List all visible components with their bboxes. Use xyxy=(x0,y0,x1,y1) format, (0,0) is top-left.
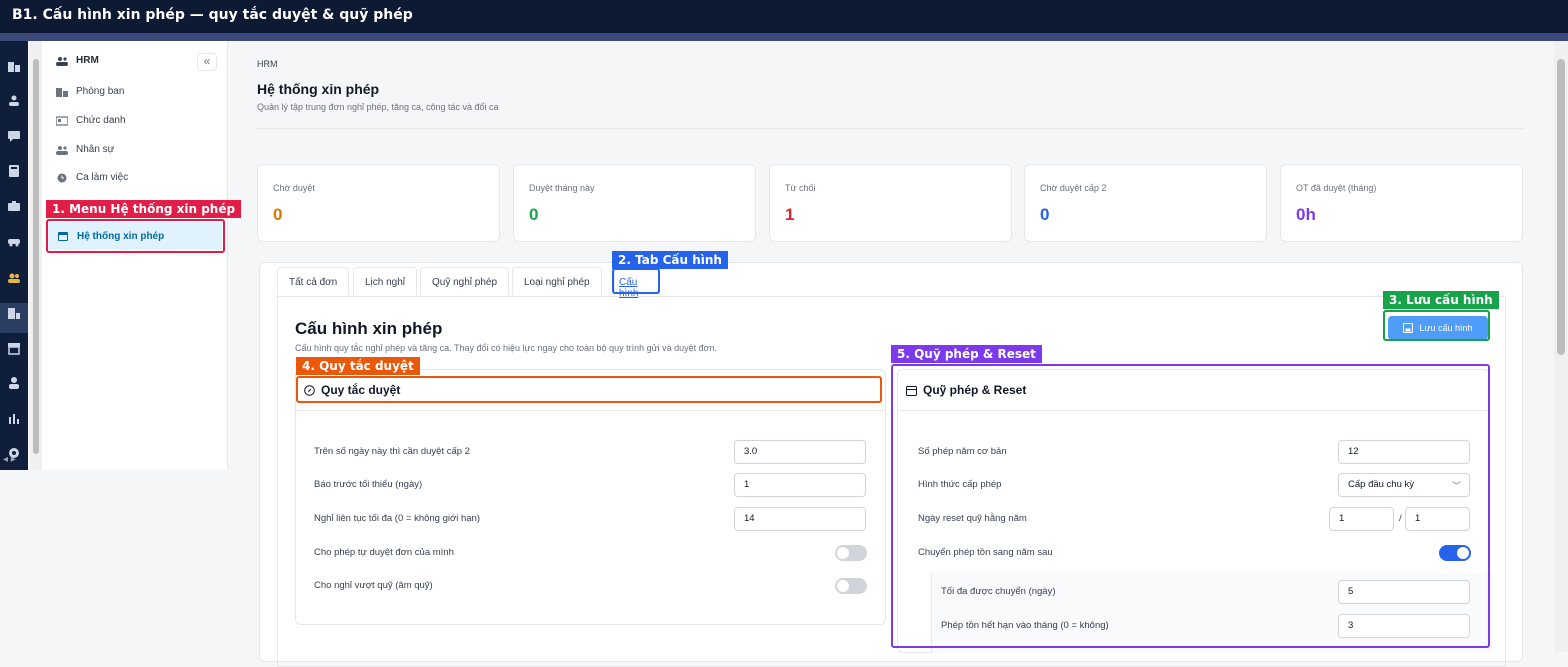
bar-chart-icon[interactable] xyxy=(7,411,21,425)
row-label: Cho nghỉ vượt quỹ (âm quỹ) xyxy=(314,580,433,591)
annotation-box-menu xyxy=(46,219,225,253)
window-title: B1. Cấu hình xin phép — quy tắc duyệt & … xyxy=(0,0,1568,33)
annotation-box-tab xyxy=(612,268,660,294)
stat-label: OT đã duyệt (tháng) xyxy=(1296,183,1377,193)
sidebar-menu: HRM « Phòng ban Chức danh Nhân sự Ca làm… xyxy=(42,41,228,470)
scroll-arrows-icon[interactable]: ◂ ▸ xyxy=(3,454,16,465)
collapse-sidebar-button[interactable]: « xyxy=(197,53,217,71)
rail-scrollbar[interactable] xyxy=(30,41,42,470)
tab-tat-ca-don[interactable]: Tất cả đơn xyxy=(277,267,350,295)
chat-icon[interactable] xyxy=(7,129,21,143)
annotation-label-quota: 5. Quỹ phép & Reset xyxy=(891,345,1042,363)
config-title: Cấu hình xin phép xyxy=(295,319,443,338)
menu-bottom-space: ◂ ▸ xyxy=(0,454,228,652)
stat-card-pending: Chờ duyệt 0 xyxy=(257,164,500,242)
calculator-icon[interactable] xyxy=(7,164,21,178)
stat-card-rejected: Từ chối 1 xyxy=(769,164,1012,242)
row-label: Trên số ngày này thì cần duyệt cấp 2 xyxy=(314,446,470,457)
rules-card: Quy tắc duyệt Trên số ngày này thì cần d… xyxy=(295,369,886,625)
hrm-users-icon[interactable] xyxy=(7,271,21,285)
stat-label: Chờ duyệt cấp 2 xyxy=(1040,183,1107,193)
clock-icon xyxy=(57,173,67,182)
page-subtitle: Quản lý tập trung đơn nghỉ phép, tăng ca… xyxy=(257,102,499,112)
config-subtitle: Cấu hình quy tắc nghỉ phép và tăng ca. T… xyxy=(295,343,718,353)
users-icon xyxy=(56,145,68,155)
stat-value: 0 xyxy=(273,205,283,224)
person-tree-icon[interactable] xyxy=(7,94,21,108)
annotation-box-quota xyxy=(891,364,1490,648)
sidebar-item-label: Ca làm việc xyxy=(76,172,129,183)
store-icon[interactable] xyxy=(7,341,21,355)
rail-scroll-thumb[interactable] xyxy=(33,59,39,454)
sidebar-item-nhan-su[interactable]: Nhân sự xyxy=(56,144,114,155)
row-label: Cho phép tự duyệt đơn của mình xyxy=(314,547,454,558)
min-notice-input[interactable]: 1 xyxy=(734,473,866,497)
building-icon xyxy=(56,87,68,97)
sidebar-item-phong-ban[interactable]: Phòng ban xyxy=(56,86,124,97)
level2-days-input[interactable]: 3.0 xyxy=(734,440,866,464)
user-icon[interactable] xyxy=(7,376,21,390)
annotation-label-menu: 1. Menu Hệ thống xin phép xyxy=(46,200,242,218)
sidebar-item-label: Phòng ban xyxy=(76,86,125,97)
title-strip xyxy=(0,33,1568,41)
header-divider xyxy=(257,128,1523,129)
stat-value: 0 xyxy=(529,205,539,224)
breadcrumb[interactable]: HRM xyxy=(257,59,278,69)
icon-rail xyxy=(0,41,28,470)
stat-card-ot-approved: OT đã duyệt (tháng) 0h xyxy=(1280,164,1523,242)
stat-value: 0h xyxy=(1296,205,1316,224)
annotation-label-save: 3. Lưu cấu hình xyxy=(1383,291,1499,309)
menu-header: HRM xyxy=(56,55,99,66)
page-title: Hệ thống xin phép xyxy=(257,81,380,97)
annotation-box-save xyxy=(1383,310,1490,341)
id-card-icon xyxy=(56,115,68,126)
page-scrollbar[interactable] xyxy=(1554,41,1568,652)
buildings-icon[interactable] xyxy=(7,59,21,73)
tab-lich-nghi[interactable]: Lịch nghỉ xyxy=(353,267,418,295)
sidebar-item-ca-lam-viec[interactable]: Ca làm việc xyxy=(56,172,128,183)
users-group-icon xyxy=(56,56,68,66)
sidebar-item-chuc-danh[interactable]: Chức danh xyxy=(56,115,126,126)
office-icon[interactable] xyxy=(7,306,21,320)
self-approve-toggle[interactable] xyxy=(835,545,867,561)
tab-quy-nghi-phep[interactable]: Quỹ nghỉ phép xyxy=(420,267,510,295)
row-label: Nghỉ liên tục tối đa (0 = không giới hạn… xyxy=(314,513,480,524)
stat-value: 1 xyxy=(785,205,795,224)
briefcase-icon[interactable] xyxy=(7,199,21,213)
sidebar-item-label: Nhân sự xyxy=(76,144,115,155)
stat-label: Từ chối xyxy=(785,183,816,193)
car-icon[interactable] xyxy=(7,234,21,248)
sidebar-item-label: Chức danh xyxy=(76,115,126,126)
stat-label: Duyệt tháng này xyxy=(529,183,595,193)
stat-label: Chờ duyệt xyxy=(273,183,315,193)
tab-loai-nghi-phep[interactable]: Loại nghỉ phép xyxy=(512,267,602,295)
stat-value: 0 xyxy=(1040,205,1050,224)
max-consecutive-input[interactable]: 14 xyxy=(734,507,866,531)
row-label: Báo trước tối thiểu (ngày) xyxy=(314,479,423,490)
annotation-label-rules: 4. Quy tắc duyệt xyxy=(296,357,420,375)
page-scroll-thumb[interactable] xyxy=(1557,59,1565,355)
stat-card-approved-month: Duyệt tháng này 0 xyxy=(513,164,756,242)
annotation-label-tab: 2. Tab Cấu hình xyxy=(612,251,728,269)
stat-card-pending-level-2: Chờ duyệt cấp 2 0 xyxy=(1024,164,1267,242)
menu-title: HRM xyxy=(76,55,99,66)
negative-quota-toggle[interactable] xyxy=(835,578,867,594)
annotation-box-rules xyxy=(296,376,882,403)
